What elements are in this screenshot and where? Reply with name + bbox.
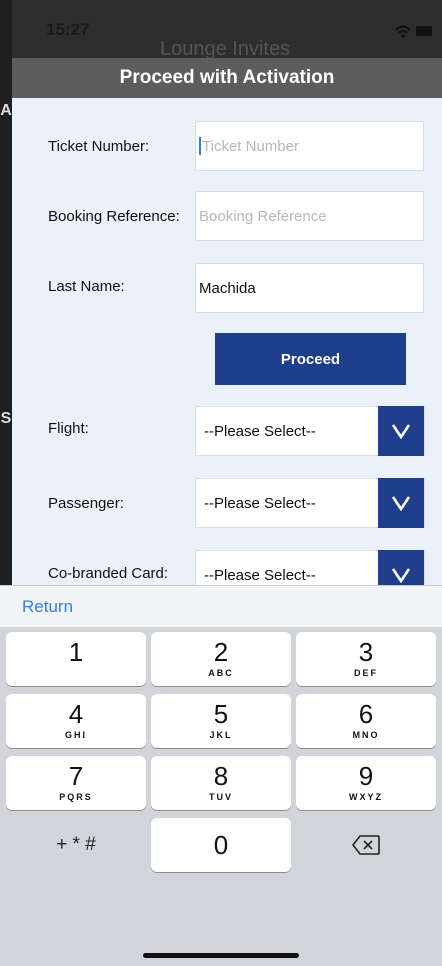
chevron-down-icon xyxy=(391,568,411,583)
key-0[interactable]: 0 xyxy=(151,818,291,872)
key-5[interactable]: 5 JKL xyxy=(151,694,291,748)
flight-dropdown-button[interactable] xyxy=(378,406,424,456)
wifi-icon xyxy=(395,25,411,31)
backspace-icon xyxy=(351,835,380,855)
chevron-down-icon xyxy=(391,496,411,511)
cobranded-card-selected-value: --Please Select-- xyxy=(204,566,316,584)
key-3[interactable]: 3 DEF xyxy=(296,632,436,686)
key-7[interactable]: 7 PQRS xyxy=(6,756,146,810)
key-delete[interactable] xyxy=(296,818,436,872)
passenger-label: Passenger: xyxy=(48,495,124,512)
passenger-select[interactable]: --Please Select-- xyxy=(195,478,425,528)
numeric-keyboard: Return 1 2 ABC 3 DEF 4 GHI 5 JKL 6 MNO 7 PQRS … xyxy=(0,585,442,966)
key-9[interactable]: 9 WXYZ xyxy=(296,756,436,810)
last-name-field[interactable]: Machida xyxy=(195,263,424,313)
proceed-button[interactable]: Proceed xyxy=(215,333,406,385)
dialog-title: Proceed with Activation xyxy=(12,58,442,98)
chevron-down-icon xyxy=(391,424,411,439)
ticket-number-placeholder: Ticket Number xyxy=(202,137,299,155)
passenger-dropdown-button[interactable] xyxy=(378,478,424,528)
key-4[interactable]: 4 GHI xyxy=(6,694,146,748)
keyboard-toolbar: Return xyxy=(0,585,442,627)
background-letter: A xyxy=(0,102,12,119)
ticket-number-label: Ticket Number: xyxy=(48,138,150,155)
flight-select[interactable]: --Please Select-- xyxy=(195,406,425,456)
home-indicator xyxy=(143,953,299,958)
key-2[interactable]: 2 ABC xyxy=(151,632,291,686)
flight-label: Flight: xyxy=(48,420,89,437)
passenger-selected-value: --Please Select-- xyxy=(204,494,316,512)
booking-reference-label: Booking Reference: xyxy=(48,208,180,225)
flight-selected-value: --Please Select-- xyxy=(204,422,316,440)
cobranded-card-label: Co-branded Card: xyxy=(48,565,169,582)
last-name-value: Machida xyxy=(199,279,256,297)
last-name-label: Last Name: xyxy=(48,278,125,295)
key-6[interactable]: 6 MNO xyxy=(296,694,436,748)
status-icons xyxy=(395,25,432,38)
status-time: 15:27 xyxy=(46,20,90,39)
background-letter: S xyxy=(0,410,12,427)
return-button[interactable]: Return xyxy=(22,597,73,617)
booking-reference-field[interactable]: Booking Reference xyxy=(195,191,424,241)
key-1[interactable]: 1 xyxy=(6,632,146,686)
text-cursor xyxy=(199,137,201,155)
battery-icon xyxy=(416,26,432,36)
key-symbols[interactable]: + * # xyxy=(6,818,146,872)
booking-reference-placeholder: Booking Reference xyxy=(199,207,327,225)
ticket-number-field[interactable]: Ticket Number xyxy=(195,121,424,171)
activation-dialog: Proceed with Activation Ticket Number: T… xyxy=(12,58,442,618)
key-8[interactable]: 8 TUV xyxy=(151,756,291,810)
